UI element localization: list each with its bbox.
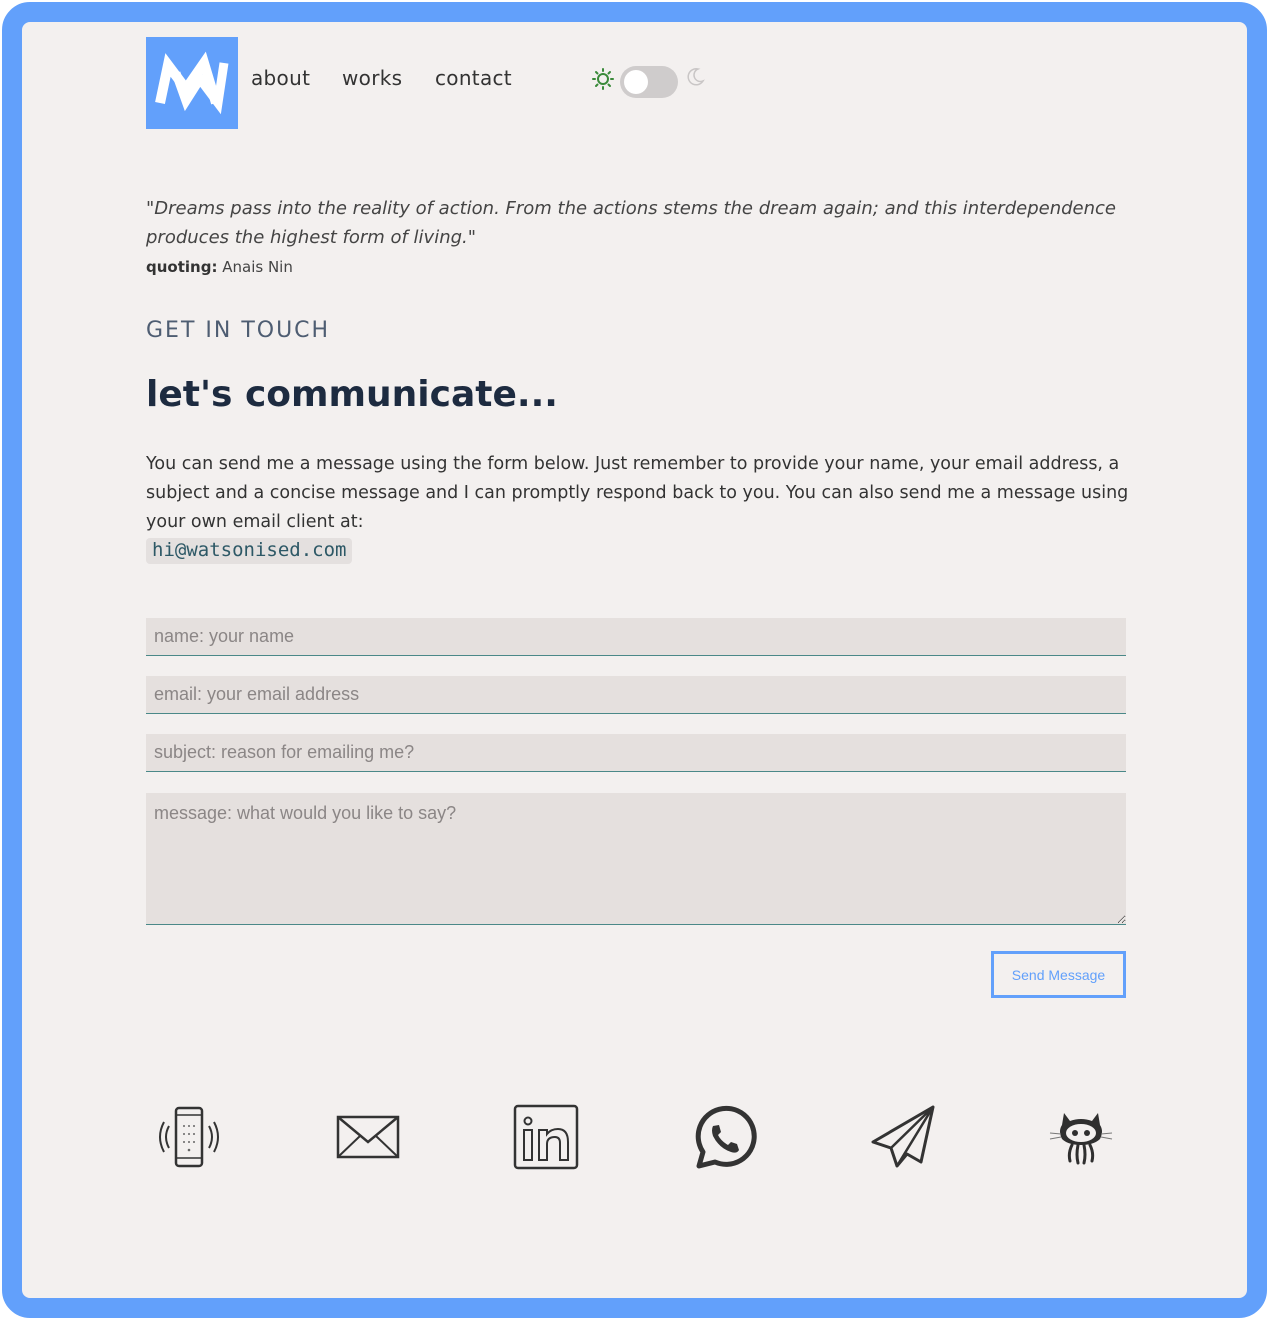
email-address[interactable]: hi@watsonised.com <box>146 538 353 564</box>
nav-contact[interactable]: contact <box>435 66 512 90</box>
logo-mark-icon <box>155 51 229 115</box>
social-email[interactable] <box>331 1100 405 1174</box>
social-whatsapp[interactable] <box>687 1100 761 1174</box>
intro-paragraph: You can send me a message using the form… <box>146 454 1129 532</box>
email-field[interactable] <box>146 676 1126 714</box>
theme-switch-knob <box>624 70 648 94</box>
quote-author: Anais Nin <box>222 258 293 276</box>
logo[interactable] <box>146 37 238 129</box>
quote-label: quoting: <box>146 258 218 276</box>
theme-switch[interactable] <box>620 66 678 98</box>
subject-field[interactable] <box>146 734 1126 772</box>
linkedin-icon <box>513 1104 579 1170</box>
nav-works[interactable]: works <box>342 66 402 90</box>
telegram-icon <box>871 1105 935 1168</box>
social-linkedin[interactable] <box>509 1100 583 1174</box>
mail-icon <box>336 1115 400 1159</box>
quote-text: "Dreams pass into the reality of action.… <box>146 198 1116 248</box>
theme-toggle[interactable] <box>592 62 712 102</box>
moon-icon <box>687 68 705 86</box>
section-kicker: GET IN TOUCH <box>146 318 331 343</box>
message-field[interactable] <box>146 793 1126 925</box>
whatsapp-icon <box>695 1105 757 1169</box>
quote-attribution: quoting: Anais Nin <box>146 258 293 276</box>
send-message-button[interactable]: Send Message <box>991 951 1126 998</box>
name-field[interactable] <box>146 618 1126 656</box>
page-frame: about works contact "Dreams pass into th… <box>2 2 1267 1318</box>
phone-icon <box>159 1106 219 1168</box>
nav-about[interactable]: about <box>251 66 310 90</box>
sun-icon <box>592 68 614 90</box>
social-telegram[interactable] <box>865 1100 939 1174</box>
page-title: let's communicate... <box>146 374 558 415</box>
social-phone[interactable] <box>152 1100 226 1174</box>
github-icon <box>1049 1113 1113 1165</box>
social-github[interactable] <box>1044 1100 1118 1174</box>
